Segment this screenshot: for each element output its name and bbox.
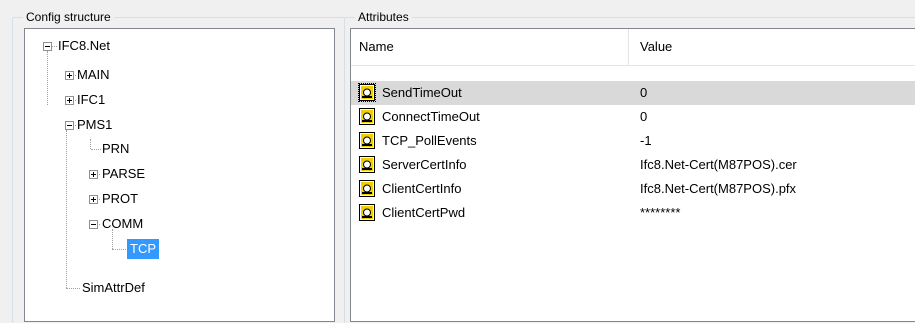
attribute-row[interactable]: ConnectTimeOut 0: [351, 105, 915, 129]
tree-connector: [91, 149, 101, 150]
property-icon: [359, 108, 375, 125]
grid-header: Name Value: [351, 29, 915, 66]
expand-icon[interactable]: [65, 96, 74, 105]
tree-node-tcp[interactable]: TCP: [127, 239, 159, 259]
property-icon: [359, 132, 375, 149]
attribute-row[interactable]: ServerCertInfo Ifc8.Net-Cert(M87POS).cer: [351, 153, 915, 177]
expand-icon[interactable]: [89, 195, 98, 204]
attribute-row[interactable]: TCP_PollEvents -1: [351, 129, 915, 153]
tree-connector: [66, 130, 67, 288]
attribute-value[interactable]: ********: [640, 201, 680, 225]
property-icon: [359, 204, 375, 221]
collapse-icon[interactable]: [43, 42, 52, 51]
attribute-value[interactable]: 0: [640, 81, 647, 105]
tree-connector: [66, 288, 80, 289]
attribute-name: ClientCertInfo: [382, 181, 462, 196]
tree-node-prot[interactable]: PROT: [102, 189, 138, 209]
tree-connector: [112, 249, 126, 250]
expand-icon[interactable]: [65, 71, 74, 80]
tree-connector: [47, 51, 48, 105]
tree-node-prn[interactable]: PRN: [102, 139, 129, 159]
attribute-value[interactable]: Ifc8.Net-Cert(M87POS).cer: [640, 153, 797, 177]
tree-node-ifc1[interactable]: IFC1: [77, 90, 105, 110]
attributes-title: Attributes: [355, 9, 412, 25]
attribute-name: TCP_PollEvents: [382, 133, 477, 148]
tree-node-comm[interactable]: COMM: [102, 214, 143, 234]
column-header-name[interactable]: Name: [359, 29, 394, 65]
attribute-value[interactable]: Ifc8.Net-Cert(M87POS).pfx: [640, 177, 796, 201]
expand-icon[interactable]: [89, 170, 98, 179]
column-divider[interactable]: [628, 29, 629, 65]
attribute-name: ServerCertInfo: [382, 157, 467, 172]
tree-node-parse[interactable]: PARSE: [102, 164, 145, 184]
config-structure-title: Config structure: [23, 9, 114, 25]
tree-connector: [90, 139, 91, 149]
property-icon: [359, 180, 375, 197]
attribute-name: SendTimeOut: [382, 85, 462, 100]
attribute-row[interactable]: SendTimeOut 0: [351, 81, 915, 105]
property-icon: [359, 156, 375, 173]
property-icon: [358, 83, 376, 102]
attribute-name: ConnectTimeOut: [382, 109, 480, 124]
attribute-row[interactable]: ClientCertInfo Ifc8.Net-Cert(M87POS).pfx: [351, 177, 915, 201]
attributes-grid[interactable]: Name Value SendTimeOut 0 ConnectTimeOut …: [350, 28, 915, 322]
tree-node-simattrdef[interactable]: SimAttrDef: [82, 278, 145, 298]
attribute-name: ClientCertPwd: [382, 205, 466, 220]
collapse-icon[interactable]: [89, 220, 98, 229]
config-tree[interactable]: IFC8.Net MAIN IFC1 PMS1 PRN PARSE PROT C…: [24, 28, 335, 322]
tree-node-pms1[interactable]: PMS1: [77, 115, 112, 135]
attribute-value[interactable]: -1: [640, 129, 652, 153]
tree-node-main[interactable]: MAIN: [77, 65, 110, 85]
column-header-value[interactable]: Value: [640, 29, 672, 65]
attribute-value[interactable]: 0: [640, 105, 647, 129]
tree-node-ifc8net[interactable]: IFC8.Net: [58, 36, 110, 56]
attribute-row[interactable]: ClientCertPwd ********: [351, 201, 915, 225]
collapse-icon[interactable]: [65, 121, 74, 130]
